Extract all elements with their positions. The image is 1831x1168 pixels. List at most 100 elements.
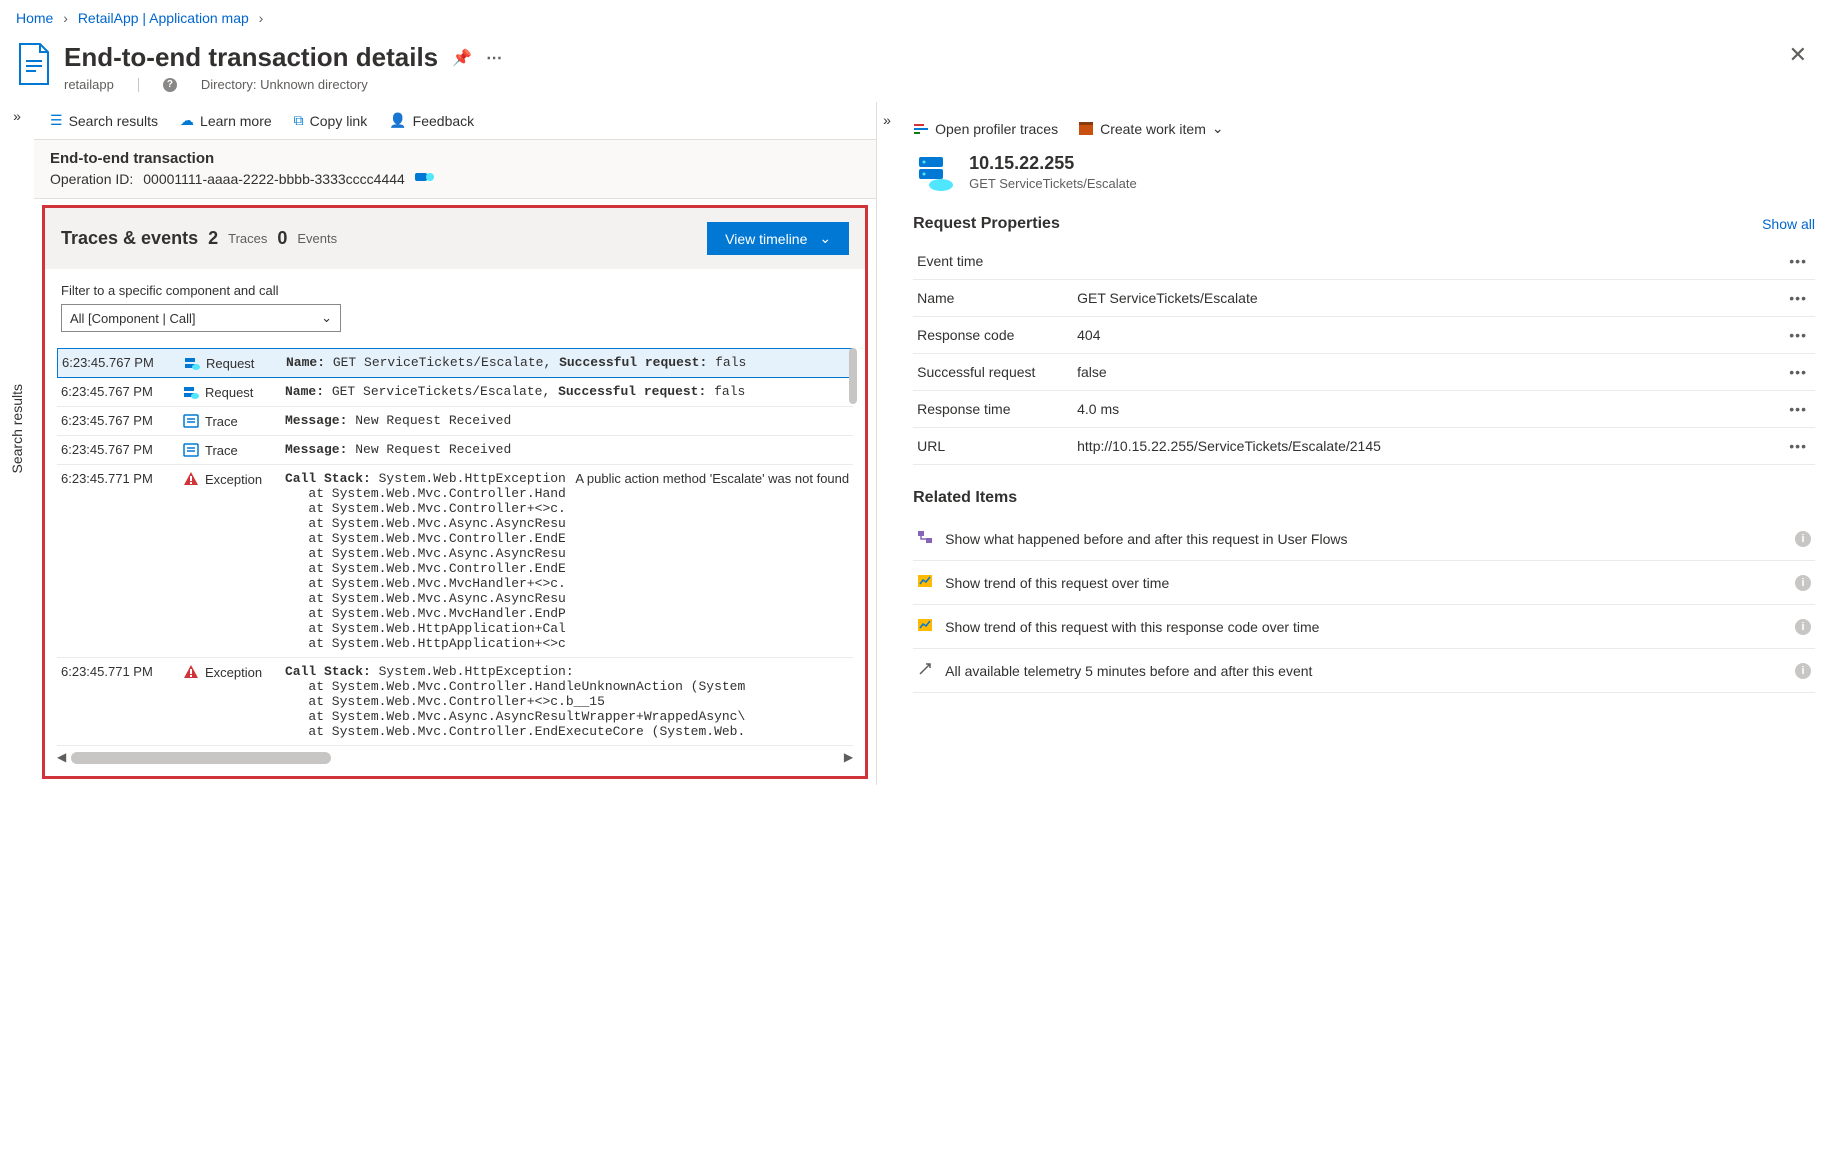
- trace-time: 6:23:45.767 PM: [61, 442, 173, 457]
- trace-row[interactable]: 6:23:45.767 PMTraceMessage: New Request …: [57, 436, 853, 465]
- operation-id-label: Operation ID:: [50, 171, 133, 187]
- request-path: GET ServiceTickets/Escalate: [969, 176, 1137, 191]
- trace-row[interactable]: 6:23:45.771 PMExceptionCall Stack: Syste…: [57, 465, 853, 658]
- property-more-icon[interactable]: •••: [1785, 401, 1811, 417]
- related-text: Show what happened before and after this…: [945, 531, 1783, 547]
- traces-label: Traces: [228, 231, 267, 246]
- close-icon[interactable]: ✕: [1781, 42, 1815, 68]
- vertical-search-results-label: Search results: [9, 384, 25, 473]
- horizontal-scrollbar-track: ◀ ▶: [57, 752, 853, 764]
- trace-time: 6:23:45.767 PM: [62, 355, 174, 370]
- property-more-icon[interactable]: •••: [1785, 364, 1811, 380]
- breadcrumb: Home › RetailApp | Application map ›: [0, 0, 1831, 36]
- chevron-down-icon: ⌄: [819, 230, 831, 247]
- expand-left-icon[interactable]: »: [13, 108, 21, 124]
- list-icon: ☰: [50, 112, 63, 129]
- trace-type: Trace: [183, 413, 275, 429]
- property-more-icon[interactable]: •••: [1785, 327, 1811, 343]
- expand-right-icon[interactable]: »: [883, 112, 891, 128]
- trace-time: 6:23:45.767 PM: [61, 413, 173, 428]
- operation-header: End-to-end transaction Operation ID: 000…: [34, 139, 876, 199]
- info-icon[interactable]: i: [1795, 575, 1811, 591]
- learn-more-button[interactable]: ☁Learn more: [180, 112, 272, 129]
- property-row: NameGET ServiceTickets/Escalate•••: [913, 280, 1815, 317]
- related-text: Show trend of this request with this res…: [945, 619, 1783, 635]
- separator: [138, 78, 139, 92]
- property-value: 4.0 ms: [1077, 401, 1785, 417]
- trace-content: Call Stack: System.Web.HttpException: at…: [285, 664, 849, 739]
- work-item-icon: [1078, 121, 1094, 137]
- trace-content: Call Stack: System.Web.HttpException: at…: [285, 471, 565, 651]
- info-icon[interactable]: i: [1795, 619, 1811, 635]
- related-icon: [917, 617, 933, 636]
- chevron-down-icon: ⌄: [321, 310, 332, 326]
- events-count: 0: [277, 228, 287, 249]
- property-more-icon[interactable]: •••: [1785, 253, 1811, 269]
- scroll-right-icon[interactable]: ▶: [844, 750, 853, 764]
- feedback-button[interactable]: 👤Feedback: [389, 112, 474, 129]
- create-work-item-button[interactable]: Create work item ⌄: [1078, 120, 1224, 137]
- info-icon[interactable]: i: [1795, 663, 1811, 679]
- trace-time: 6:23:45.767 PM: [61, 384, 173, 399]
- property-row: Response time4.0 ms•••: [913, 391, 1815, 428]
- property-row: Successful requestfalse•••: [913, 354, 1815, 391]
- command-bar: ☰Search results ☁Learn more ⧉Copy link 👤…: [34, 102, 876, 139]
- show-all-link[interactable]: Show all: [1762, 216, 1815, 232]
- vertical-scrollbar[interactable]: [849, 348, 857, 404]
- trace-content: Name: GET ServiceTickets/Escalate, Succe…: [285, 384, 849, 399]
- trace-type: Request: [183, 384, 275, 400]
- scroll-left-icon[interactable]: ◀: [57, 750, 66, 764]
- property-value: 404: [1077, 327, 1785, 343]
- copy-link-button[interactable]: ⧉Copy link: [294, 112, 368, 129]
- open-profiler-button[interactable]: Open profiler traces: [913, 121, 1058, 137]
- events-label: Events: [297, 231, 337, 246]
- related-text: Show trend of this request over time: [945, 575, 1783, 591]
- cloud-icon: ☁: [180, 112, 194, 129]
- related-items-title: Related Items: [877, 465, 1831, 513]
- page-header: End-to-end transaction details 📌 ⋯ retai…: [0, 36, 1831, 102]
- trace-row[interactable]: 6:23:45.767 PMTraceMessage: New Request …: [57, 407, 853, 436]
- property-key: Response code: [917, 327, 1077, 343]
- person-icon: 👤: [389, 112, 406, 129]
- horizontal-scrollbar[interactable]: [71, 752, 331, 764]
- document-icon: [16, 42, 52, 86]
- directory-label: Directory: Unknown directory: [201, 77, 368, 92]
- property-key: Response time: [917, 401, 1077, 417]
- more-icon[interactable]: ⋯: [486, 48, 502, 68]
- info-icon[interactable]: i: [1795, 531, 1811, 547]
- related-list: Show what happened before and after this…: [913, 517, 1815, 693]
- trace-row[interactable]: 6:23:45.767 PMRequestName: GET ServiceTi…: [57, 348, 853, 378]
- trace-type: Trace: [183, 442, 275, 458]
- related-text: All available telemetry 5 minutes before…: [945, 663, 1783, 679]
- related-item[interactable]: All available telemetry 5 minutes before…: [913, 649, 1815, 693]
- property-key: Name: [917, 290, 1077, 306]
- property-key: Successful request: [917, 364, 1077, 380]
- related-item[interactable]: Show what happened before and after this…: [913, 517, 1815, 561]
- profiler-icon[interactable]: [415, 169, 435, 188]
- request-properties-title: Request Properties: [913, 215, 1060, 233]
- view-timeline-button[interactable]: View timeline ⌄: [707, 222, 849, 255]
- profiler-icon: [913, 121, 929, 137]
- trace-time: 6:23:45.771 PM: [61, 664, 173, 679]
- breadcrumb-home[interactable]: Home: [16, 10, 53, 26]
- traces-events-title: Traces & events: [61, 228, 198, 249]
- help-icon[interactable]: ?: [163, 78, 177, 92]
- related-item[interactable]: Show trend of this request with this res…: [913, 605, 1815, 649]
- trace-row[interactable]: 6:23:45.767 PM Request Name: GET ServiceTi…: [57, 378, 853, 407]
- component-filter-select[interactable]: All [Component | Call] ⌄: [61, 304, 341, 332]
- pin-icon[interactable]: 📌: [452, 48, 472, 68]
- property-more-icon[interactable]: •••: [1785, 290, 1811, 306]
- operation-title: End-to-end transaction: [50, 150, 860, 167]
- property-value: http://10.15.22.255/ServiceTickets/Escal…: [1077, 438, 1785, 454]
- trace-row[interactable]: 6:23:45.771 PM Exception Call Stack: Syste…: [57, 658, 853, 746]
- traces-events-panel: Traces & events 2 Traces 0 Events View t…: [42, 205, 868, 779]
- breadcrumb-app[interactable]: RetailApp | Application map: [78, 10, 249, 26]
- trace-type: Exception: [183, 664, 275, 680]
- property-row: URLhttp://10.15.22.255/ServiceTickets/Es…: [913, 428, 1815, 465]
- related-item[interactable]: Show trend of this request over time i: [913, 561, 1815, 605]
- right-command-bar: Open profiler traces Create work item ⌄: [877, 102, 1831, 149]
- property-more-icon[interactable]: •••: [1785, 438, 1811, 454]
- property-row: Response code404•••: [913, 317, 1815, 354]
- search-results-button[interactable]: ☰Search results: [50, 112, 158, 129]
- property-value: GET ServiceTickets/Escalate: [1077, 290, 1785, 306]
